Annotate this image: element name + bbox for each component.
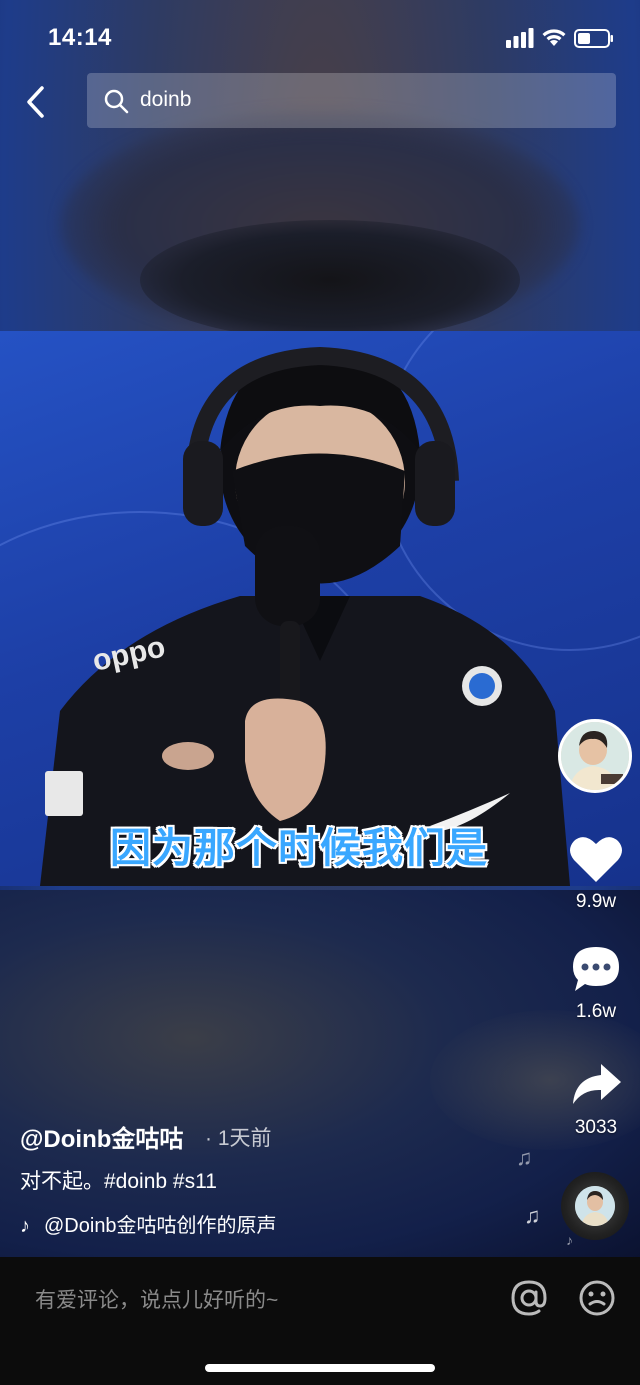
home-indicator[interactable] — [205, 1364, 435, 1372]
at-icon[interactable] — [510, 1279, 548, 1317]
post-time: · 1天前 — [205, 1127, 272, 1150]
back-icon[interactable] — [22, 84, 52, 120]
video-caption: 因为那个时候我们是 — [109, 824, 489, 873]
emoji-icon[interactable] — [578, 1279, 616, 1317]
comment-input[interactable]: 有爱评论，说点儿好听的~ — [35, 1284, 278, 1314]
comment-button[interactable]: 1.6w — [556, 944, 636, 1023]
share-icon — [573, 1064, 621, 1104]
wifi-icon — [542, 29, 566, 46]
music-cover-image — [575, 1186, 615, 1226]
music-title: @Doinb金咕咕创作的原声 — [44, 1215, 277, 1237]
music-note-icon: ♪ — [566, 1232, 573, 1248]
search-bar[interactable]: doinb — [87, 73, 616, 128]
comment-count: 1.6w — [575, 1001, 617, 1022]
signal-icon — [506, 28, 534, 48]
battery-icon — [574, 29, 613, 48]
share-button[interactable]: 3033 — [556, 1060, 636, 1139]
music-disc[interactable] — [561, 1172, 629, 1240]
like-count: 9.9w — [575, 891, 617, 912]
music-info[interactable]: ♪ @Doinb金咕咕创作的原声 — [20, 1209, 277, 1238]
music-disc-cover — [575, 1186, 615, 1226]
music-note-icon: ♫ — [516, 1145, 533, 1170]
status-time: 14:14 — [48, 24, 112, 51]
share-count: 3033 — [574, 1117, 618, 1138]
video-frame[interactable]: oppo 因为那个时候我们是 — [0, 331, 640, 886]
search-icon — [104, 89, 129, 114]
author-avatar[interactable] — [558, 719, 632, 793]
author-name[interactable]: @Doinb金咕咕 — [20, 1119, 183, 1154]
post-description: 对不起。#doinb #s11 — [20, 1170, 217, 1193]
music-note-icon: ♪ — [20, 1215, 30, 1237]
music-note-icon: ♫ — [524, 1203, 541, 1228]
comment-icon — [573, 947, 619, 991]
avatar-image — [561, 722, 629, 790]
search-query[interactable]: doinb — [140, 88, 191, 112]
status-bar: 14:14 — [0, 0, 640, 70]
heart-icon — [570, 837, 622, 882]
like-button[interactable]: 9.9w — [556, 834, 636, 913]
video-person-image: oppo — [40, 346, 570, 886]
